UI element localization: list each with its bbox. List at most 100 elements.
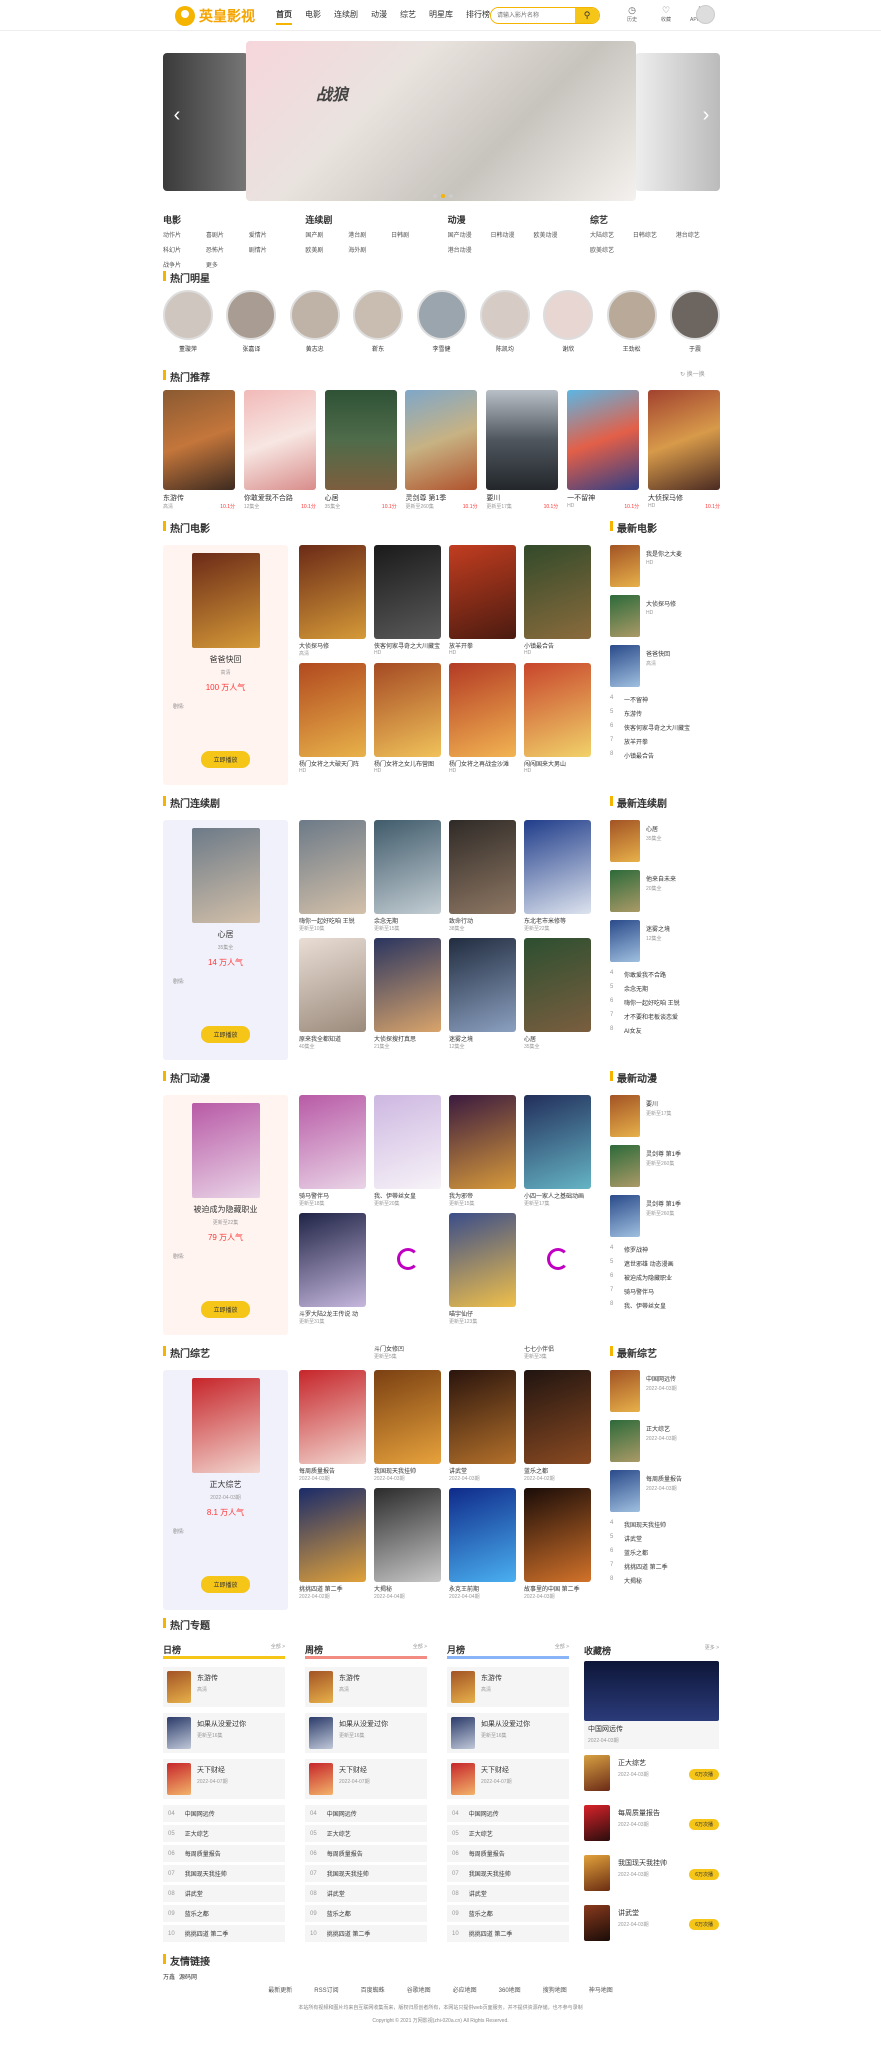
board-more[interactable]: 全部 > [555,1643,569,1656]
poster-card[interactable]: 要川 更新至17集 10.1分 [486,390,559,510]
category-link[interactable]: 日韩动漫 [491,230,534,239]
video-card[interactable]: 蓝乐之都 2022-04-02期 [524,1370,591,1482]
board-line[interactable]: 06 每周质量报告 [305,1845,427,1862]
category-link[interactable]: 战争片 [163,260,206,269]
video-card[interactable]: 挑挑四道 第二季 2022-04-02期 [299,1488,366,1600]
poster-card[interactable]: 心居 35集全 10.1分 [324,390,397,510]
board-item[interactable]: 东游传 高清 [163,1667,285,1707]
video-card[interactable]: 侠客何家寻奇之大川藏宝 HD [374,545,441,657]
footer-link[interactable]: 360地图 [499,1985,521,1994]
video-card[interactable]: 我国现天我挂帅 2022-04-03期 [374,1370,441,1482]
rank-top-item[interactable]: 要川 更新至17集 [610,1095,720,1137]
star-item[interactable]: 董璇萍 [163,290,213,353]
board-line[interactable]: 10 挑挑四道 第二季 [163,1925,285,1942]
rank-line[interactable]: 8 我、伊蒂丝女皇 [610,1301,720,1315]
nav-stars[interactable]: 明星库 [429,9,453,25]
featured-card[interactable]: 爸爸快回 高清 100 万人气 剧情: 立即播放 [163,545,288,785]
category-link[interactable]: 科幻片 [163,245,206,254]
site-logo[interactable]: 英皇影视 [175,5,255,27]
favorite-item[interactable]: 每周质量报告 2022-04-03期 6万次播 [584,1805,719,1849]
rank-line[interactable]: 6 蓝乐之都 [610,1548,720,1562]
video-card[interactable]: 闯闯国来大男山 HD [524,663,591,774]
search-input[interactable] [491,8,575,23]
nav-ranking[interactable]: 排行榜 [466,9,490,25]
nav-anime[interactable]: 动漫 [371,9,387,25]
rank-top-item[interactable]: 灵剑尊 第1季 更新至260集 [610,1195,720,1237]
star-item[interactable]: 王劲松 [606,290,657,353]
video-card[interactable]: 心居 35集全 [524,938,591,1050]
play-now-button[interactable]: 立即播放 [201,1026,250,1043]
board-item[interactable]: 东游传 高清 [305,1667,427,1707]
board-line[interactable]: 06 每周质量报告 [447,1845,569,1862]
chevron-left-icon[interactable]: ‹ [169,104,185,127]
board-line[interactable]: 09 蓝乐之都 [163,1905,285,1922]
section-side-title[interactable]: 最新连续剧 [610,795,667,810]
hot-topics-title[interactable]: 热门专题 [163,1617,210,1632]
board-more[interactable]: 全部 > [271,1643,285,1656]
board-line[interactable]: 04 中国网远传 [163,1805,285,1822]
video-card[interactable]: 七七小伴侣 更新至3集 [524,1213,591,1360]
friend-link[interactable]: 源码网 [179,1972,197,1981]
video-card[interactable]: 东北老市米修等 更新至22集 [524,820,591,932]
video-card[interactable]: 小四一家人之基础动画 更新至17集 [524,1095,591,1207]
board-more[interactable]: 全部 > [413,1643,427,1656]
board-line[interactable]: 09 蓝乐之都 [305,1905,427,1922]
favorite-play-button[interactable]: 6万次播 [689,1869,719,1880]
video-card[interactable]: 斗门女修凹 更新至5集 [374,1213,441,1360]
rank-top-item[interactable]: 每周质量报告 2022-04-03期 [610,1470,720,1512]
footer-link[interactable]: 神马地图 [589,1985,613,1994]
rank-line[interactable]: 5 讲武堂 [610,1534,720,1548]
video-card[interactable]: 致命行动 38集全 [449,820,516,932]
poster-card[interactable]: 一不留神 HD 10.1分 [567,390,640,510]
board-line[interactable]: 04 中国网远传 [305,1805,427,1822]
footer-link[interactable]: 百度蜘蛛 [361,1985,385,1994]
video-card[interactable]: 大侦探马修 高清 [299,545,366,657]
board-item[interactable]: 东游传 高清 [447,1667,569,1707]
rank-top-item[interactable]: 正大综艺 2022-04-03期 [610,1420,720,1462]
rank-top-item[interactable]: 爸爸快回 高清 [610,645,720,687]
rank-line[interactable]: 8 大揭秘 [610,1576,720,1590]
refresh-button[interactable]: ↻ 换一换 [680,369,705,378]
favorite-item[interactable]: 正大综艺 2022-04-03期 6万次播 [584,1755,719,1799]
board-line[interactable]: 06 每周质量报告 [163,1845,285,1862]
category-link[interactable]: 大陆综艺 [590,230,633,239]
rank-top-item[interactable]: 灵剑尊 第1季 更新至260集 [610,1145,720,1187]
footer-link[interactable]: 最新更新 [268,1985,292,1994]
board-line[interactable]: 04 中国网远传 [447,1805,569,1822]
video-card[interactable]: 大揭秘 2022-04-04期 [374,1488,441,1600]
hot-stars-title[interactable]: 热门明星 [163,270,210,285]
favorite-cover[interactable] [584,1661,719,1721]
rank-line[interactable]: 5 东游传 [610,709,720,723]
category-link[interactable]: 爱情片 [249,230,292,239]
section-side-title[interactable]: 最新电影 [610,520,657,535]
board-line[interactable]: 08 讲武堂 [305,1885,427,1902]
poster-card[interactable]: 大侦探马修 HD 10.1分 [647,390,720,510]
friend-link[interactable]: 万鑫 [163,1972,175,1981]
board-line[interactable]: 08 讲武堂 [447,1885,569,1902]
favorites-title[interactable]: 收藏榜 [584,1644,611,1657]
rank-line[interactable]: 5 遮世邪雄 动态漫画 [610,1259,720,1273]
nav-home[interactable]: 首页 [276,9,292,25]
board-item[interactable]: 如果从没爱过你 更新至16集 [305,1713,427,1753]
category-link[interactable]: 更多 [206,260,249,269]
board-item[interactable]: 天下财经 2022-04-07期 [305,1759,427,1799]
favorite-item[interactable]: 讲武堂 2022-04-03期 6万次播 [584,1905,719,1949]
rank-line[interactable]: 7 挑挑四道 第二季 [610,1562,720,1576]
banner-dot[interactable] [449,194,453,198]
video-card[interactable]: 嗨你一起好吃咱 王锐 更新至10集 [299,820,366,932]
favorite-play-button[interactable]: 6万次播 [689,1819,719,1830]
video-card[interactable]: 迷雾之境 12集全 [449,938,516,1050]
board-line[interactable]: 10 挑挑四道 第二季 [305,1925,427,1942]
footer-link[interactable]: 谷歌地图 [407,1985,431,1994]
category-title[interactable]: 动漫 [448,213,578,226]
favorite-play-button[interactable]: 6万次播 [689,1769,719,1780]
play-now-button[interactable]: 立即播放 [201,1301,250,1318]
board-item[interactable]: 天下财经 2022-04-07期 [447,1759,569,1799]
category-link[interactable]: 欧美动漫 [533,230,576,239]
featured-card[interactable]: 心居 35集全 14 万人气 剧情: 立即播放 [163,820,288,1060]
board-title[interactable]: 周榜 [305,1643,323,1656]
star-item[interactable]: 陈凯均 [479,290,530,353]
hot-recommend-title[interactable]: 热门推荐 [163,369,210,384]
video-card[interactable]: 我、伊蒂丝女皇 更新至20集 [374,1095,441,1207]
user-avatar[interactable] [696,5,715,24]
